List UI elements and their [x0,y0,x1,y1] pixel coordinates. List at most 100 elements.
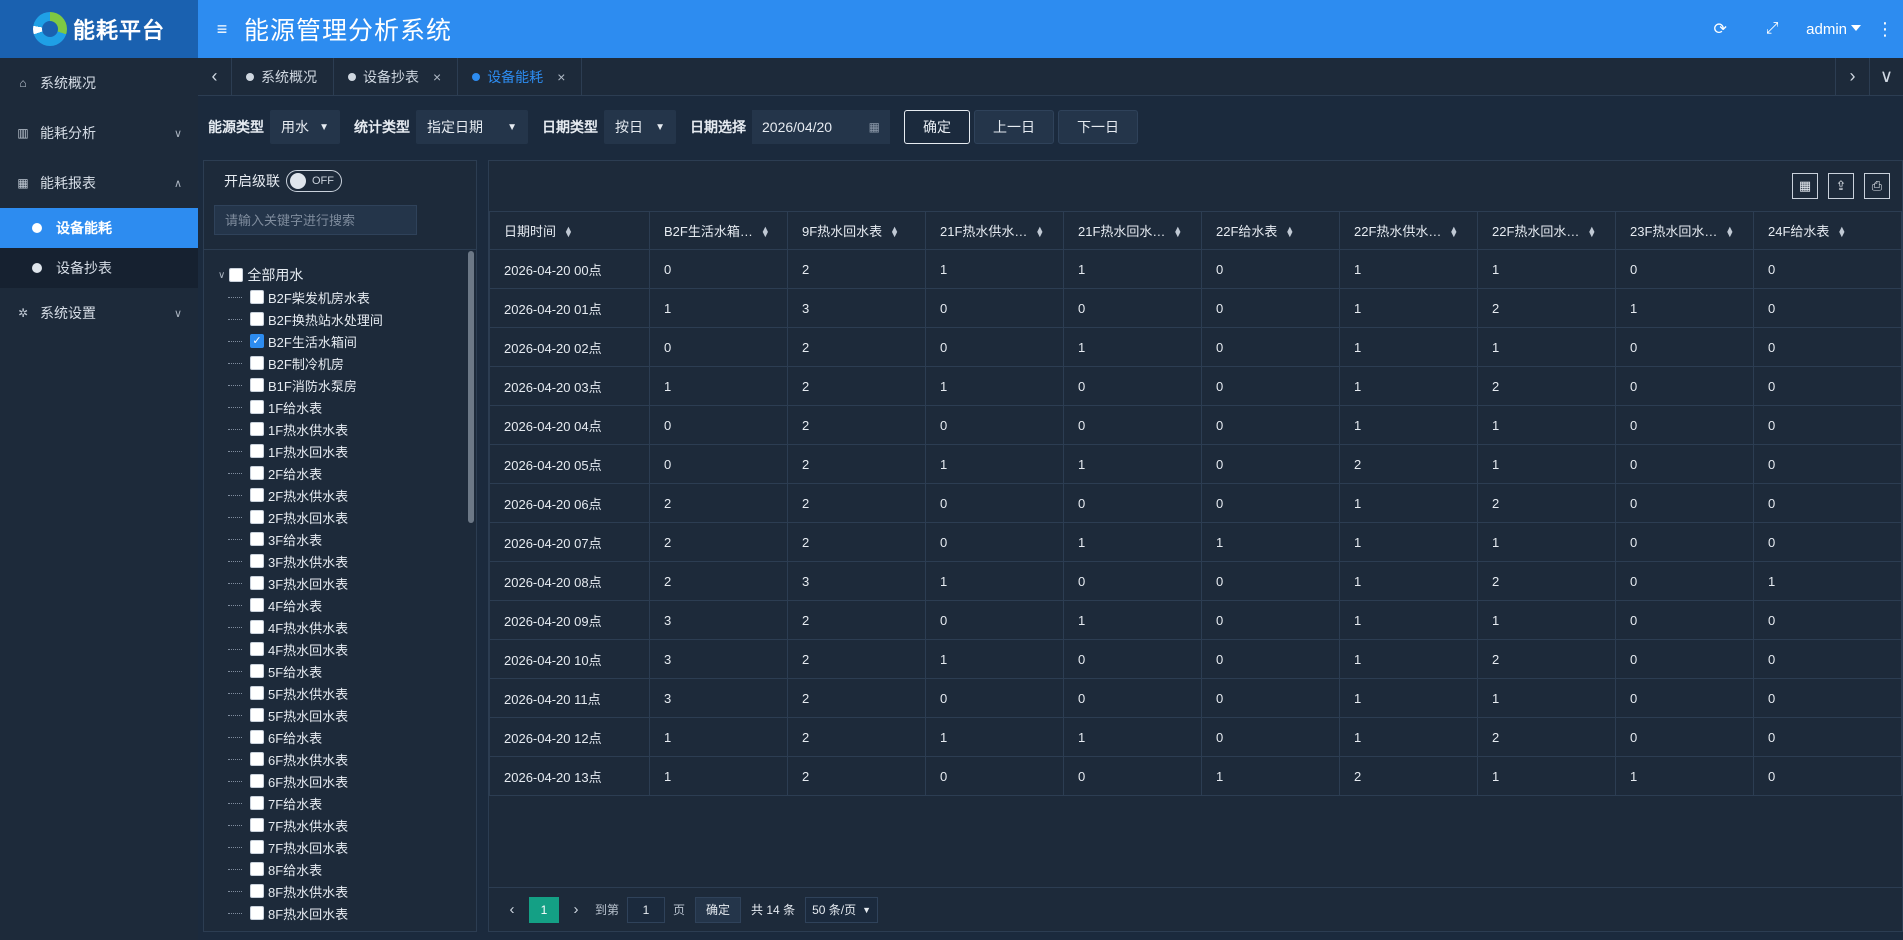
chevron-down-icon[interactable]: ∨ [218,270,225,281]
sidebar-item-settings[interactable]: ✲ 系统设置 ∨ [0,288,198,338]
close-icon[interactable]: × [433,69,441,85]
tree-node[interactable]: 4F热水回水表 [204,638,476,660]
sort-icon[interactable]: ▲ ▼ [1725,225,1734,239]
tree-node[interactable]: 7F热水供水表 [204,814,476,836]
checkbox[interactable] [250,730,264,744]
stat-type-select[interactable]: 指定日期 ▼ [416,110,528,144]
energy-type-select[interactable]: 用水 ▼ [270,110,340,144]
tab-overview[interactable]: 系统概况 [232,58,334,95]
chevron-right-icon[interactable]: › [1835,58,1869,95]
page-number-current[interactable]: 1 [529,896,559,923]
tree-node[interactable]: 2F给水表 [204,462,476,484]
column-header[interactable]: 24F给水表 ▲ ▼ [1753,211,1902,250]
checkbox[interactable] [250,818,264,832]
columns-icon[interactable]: ▦ [1792,173,1818,199]
tree-node[interactable]: 4F热水供水表 [204,616,476,638]
tree-node[interactable]: 8F热水供水表 [204,880,476,902]
tree-node[interactable]: 3F热水回水表 [204,572,476,594]
checkbox[interactable] [250,510,264,524]
prev-day-button[interactable]: 上一日 [974,110,1054,144]
menu-toggle-icon[interactable]: ≡ [212,19,232,39]
chevron-left-icon[interactable]: ‹ [501,901,523,918]
column-header[interactable]: 22F热水供水… ▲ ▼ [1339,211,1478,250]
refresh-icon[interactable]: ⟳ [1694,0,1746,58]
tree-node[interactable]: 3F热水供水表 [204,550,476,572]
sort-icon[interactable]: ▲ ▼ [1173,225,1182,239]
more-vertical-icon[interactable]: ⋮ [1875,19,1895,40]
sort-icon[interactable]: ▲ ▼ [1837,225,1846,239]
confirm-button[interactable]: 确定 [904,110,970,144]
sort-icon[interactable]: ▲ ▼ [761,225,770,239]
tree-node[interactable]: 7F给水表 [204,792,476,814]
sort-icon[interactable]: ▲ ▼ [564,225,573,239]
tree-node[interactable]: 8F给水表 [204,858,476,880]
tree-node[interactable]: 5F热水回水表 [204,704,476,726]
next-day-button[interactable]: 下一日 [1058,110,1138,144]
checkbox[interactable] [250,400,264,414]
column-header[interactable]: 日期时间 ▲ ▼ [489,211,650,250]
column-header[interactable]: 21F热水供水… ▲ ▼ [925,211,1064,250]
checkbox[interactable] [250,664,264,678]
checkbox[interactable] [250,554,264,568]
tree-node[interactable]: B2F换热站水处理间 [204,308,476,330]
chevron-down-icon[interactable]: ∨ [1869,58,1903,95]
close-icon[interactable]: × [557,69,565,85]
checkbox[interactable] [250,598,264,612]
checkbox[interactable] [250,576,264,590]
user-menu[interactable]: admin [1806,21,1861,38]
checkbox[interactable] [250,532,264,546]
export-icon[interactable]: ⇪ [1828,173,1854,199]
goto-confirm-button[interactable]: 确定 [695,896,742,923]
sidebar-item-analysis[interactable]: ▥ 能耗分析 ∨ [0,108,198,158]
date-type-select[interactable]: 按日 ▼ [604,110,676,144]
sidebar-subitem-meter-reading[interactable]: 设备抄表 [0,248,198,288]
column-header[interactable]: B2F生活水箱… ▲ ▼ [649,211,788,250]
tree-node[interactable]: ✓ B2F生活水箱间 [204,330,476,352]
tree-node[interactable]: 1F给水表 [204,396,476,418]
tree-search-input[interactable] [214,205,417,235]
checkbox-checked[interactable]: ✓ [250,334,264,348]
checkbox[interactable] [250,840,264,854]
tree-node[interactable]: B1F消防水泵房 [204,374,476,396]
tree-node[interactable]: 8F热水回水表 [204,902,476,924]
checkbox[interactable] [250,378,264,392]
checkbox[interactable] [250,708,264,722]
tree-node[interactable]: 2F热水回水表 [204,506,476,528]
column-header[interactable]: 23F热水回水… ▲ ▼ [1615,211,1754,250]
tree-root[interactable]: ∨ 全部用水 [204,264,476,286]
checkbox[interactable] [229,268,244,282]
fullscreen-icon[interactable]: ⤢ [1746,0,1798,58]
checkbox[interactable] [250,774,264,788]
checkbox[interactable] [250,356,264,370]
sidebar-item-overview[interactable]: ⌂ 系统概况 [0,58,198,108]
checkbox[interactable] [250,686,264,700]
print-icon[interactable]: ⎙ [1864,173,1890,199]
sort-icon[interactable]: ▲ ▼ [1035,225,1044,239]
tree-node[interactable]: 5F热水供水表 [204,682,476,704]
sort-icon[interactable]: ▲ ▼ [1285,225,1294,239]
sort-icon[interactable]: ▲ ▼ [1587,225,1596,239]
date-picker[interactable]: 2026/04/20 ▦ [752,110,890,144]
column-header[interactable]: 22F给水表 ▲ ▼ [1201,211,1340,250]
page-size-select[interactable]: 50 条/页 ▼ [805,896,879,923]
checkbox[interactable] [250,422,264,436]
tab-device-energy[interactable]: 设备能耗 × [458,58,583,95]
column-header[interactable]: 9F热水回水表 ▲ ▼ [787,211,926,250]
checkbox[interactable] [250,796,264,810]
tree-node[interactable]: B2F制冷机房 [204,352,476,374]
checkbox[interactable] [250,752,264,766]
sidebar-subitem-device-energy[interactable]: 设备能耗 [0,208,198,248]
checkbox[interactable] [250,444,264,458]
checkbox[interactable] [250,620,264,634]
tree-node[interactable]: 1F热水供水表 [204,418,476,440]
chevron-right-icon[interactable]: › [565,901,587,918]
sort-icon[interactable]: ▲ ▼ [890,225,899,239]
tree-node[interactable]: B2F柴发机房水表 [204,286,476,308]
checkbox[interactable] [250,884,264,898]
tree-node[interactable]: 6F热水供水表 [204,748,476,770]
checkbox[interactable] [250,642,264,656]
page-input[interactable] [627,896,666,923]
tree-scrollbar[interactable] [468,251,474,523]
tree-node[interactable]: 6F热水回水表 [204,770,476,792]
tree-node[interactable]: 6F给水表 [204,726,476,748]
